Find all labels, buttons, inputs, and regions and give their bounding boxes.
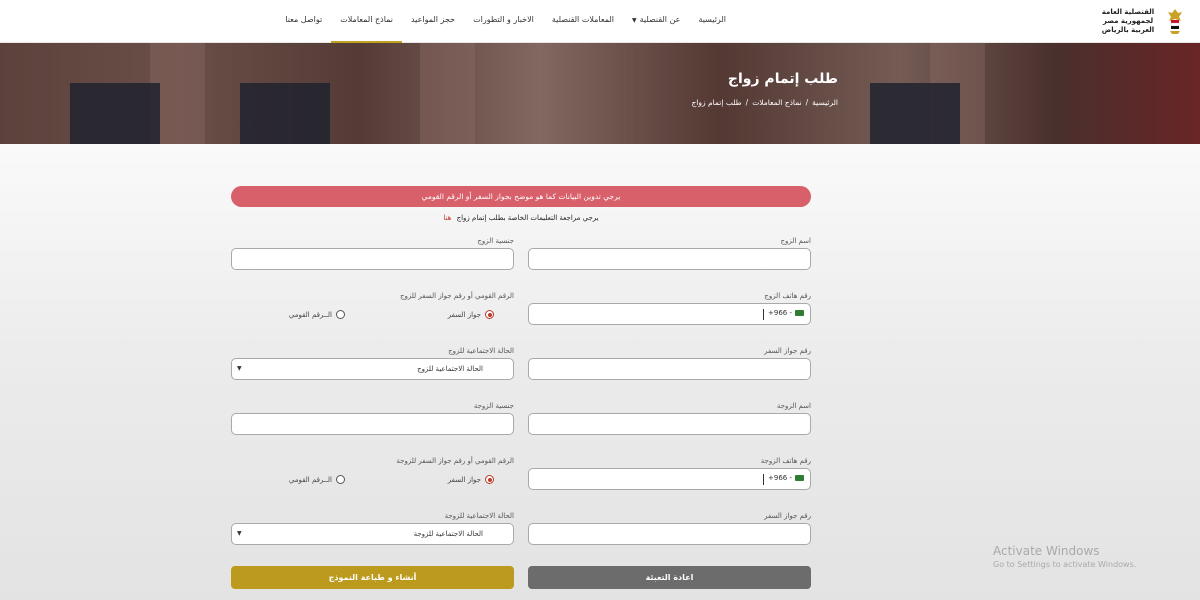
wife-nationality-label: جنسية الزوجة bbox=[473, 402, 514, 410]
breadcrumb-separator: / bbox=[745, 98, 749, 107]
radio-selected-icon[interactable] bbox=[485, 475, 494, 484]
husband-marital-label: الحالة الاجتماعية للزوج bbox=[448, 347, 514, 355]
wife-name-field[interactable] bbox=[528, 413, 811, 437]
caret-down-icon: ▼ bbox=[631, 17, 637, 24]
saudi-flag-icon bbox=[795, 475, 804, 481]
country-code[interactable]: +966 - bbox=[768, 474, 792, 482]
husband-marital-value: الحالة الاجتماعية للزوج bbox=[417, 365, 483, 373]
nav-appointments[interactable]: حجز المواعيد bbox=[402, 0, 464, 43]
husband-nationality-label: جنسية الزوج bbox=[477, 237, 514, 245]
egypt-eagle-icon bbox=[1168, 9, 1182, 34]
top-navbar: القنصلية العامة لجمهورية مصر العربية بال… bbox=[0, 0, 1200, 43]
wife-marital-value: الحالة الاجتماعية للزوجة bbox=[413, 530, 483, 538]
instructions-text: يرجي مراجعة التعليمات الخاصة بطلب إتمام … bbox=[231, 214, 811, 222]
saudi-flag-icon bbox=[795, 310, 804, 316]
wife-passport-field[interactable] bbox=[528, 523, 811, 547]
watermark-title: Activate Windows bbox=[993, 544, 1100, 558]
husband-passport-option[interactable]: جواز السفر bbox=[448, 310, 494, 319]
husband-phone-field[interactable]: +966 - bbox=[528, 303, 811, 325]
husband-passport-input[interactable] bbox=[529, 362, 810, 382]
wife-phone-field[interactable]: +966 - bbox=[528, 468, 811, 490]
wife-national-id-option[interactable]: الــرقم القومي bbox=[289, 475, 345, 484]
radio-unselected-icon[interactable] bbox=[336, 475, 345, 484]
wife-passport-input[interactable] bbox=[529, 527, 810, 547]
nav-about-label: عن القنصلية bbox=[639, 15, 681, 24]
hero-banner: طلب إتمام زواج الرئيسية / نماذج المعاملا… bbox=[0, 43, 1200, 144]
breadcrumb-current: طلب إتمام زواج bbox=[691, 98, 742, 107]
husband-national-id-option-label: الــرقم القومي bbox=[288, 310, 332, 319]
breadcrumb: الرئيسية / نماذج المعاملات / طلب إتمام ز… bbox=[691, 98, 838, 107]
husband-name-field[interactable] bbox=[528, 248, 811, 272]
caret-down-icon: ▼ bbox=[237, 530, 242, 537]
nav-home[interactable]: الرئيسية bbox=[689, 0, 735, 43]
wife-name-label: اسم الزوجة bbox=[776, 402, 811, 410]
husband-phone-label: رقم هاتف الزوج bbox=[764, 292, 811, 300]
text-cursor bbox=[763, 474, 764, 485]
text-cursor bbox=[763, 309, 764, 320]
husband-passport-field[interactable] bbox=[528, 358, 811, 382]
wife-marital-select[interactable]: الحالة الاجتماعية للزوجة ▼ bbox=[231, 523, 514, 545]
breadcrumb-home[interactable]: الرئيسية bbox=[812, 98, 838, 107]
husband-nationality-field[interactable] bbox=[231, 248, 514, 272]
wife-phone-label: رقم هاتف الزوجة bbox=[760, 457, 811, 465]
breadcrumb-forms[interactable]: نماذج المعاملات bbox=[752, 98, 801, 107]
nav-forms[interactable]: نماذج المعاملات bbox=[331, 0, 402, 43]
husband-national-id-option[interactable]: الــرقم القومي bbox=[289, 310, 345, 319]
nav-about[interactable]: عن القنصلية▼ bbox=[623, 0, 689, 43]
radio-selected-icon[interactable] bbox=[485, 310, 494, 319]
caret-down-icon: ▼ bbox=[237, 365, 242, 372]
radio-unselected-icon[interactable] bbox=[336, 310, 345, 319]
husband-id-type-label: الرقم القومي أو رقم جواز السفر للزوج bbox=[399, 292, 514, 300]
husband-nationality-input[interactable] bbox=[232, 252, 513, 272]
wife-id-type-label: الرقم القومي أو رقم جواز السفر للزوجة bbox=[396, 457, 514, 465]
wife-nationality-field[interactable] bbox=[231, 413, 514, 437]
wife-passport-label: رقم جواز السفر bbox=[764, 512, 811, 520]
create-print-button[interactable]: أنشاء و طباعة النموذج bbox=[231, 566, 514, 589]
nav-consular-services[interactable]: المعاملات القنصلية bbox=[543, 0, 623, 43]
country-code[interactable]: +966 - bbox=[768, 309, 792, 317]
instructions-link[interactable]: هنا bbox=[443, 214, 451, 222]
windows-activation-watermark: Activate Windows Go to Settings to activ… bbox=[993, 544, 1136, 569]
page-title: طلب إتمام زواج bbox=[727, 71, 838, 87]
watermark-subtitle: Go to Settings to activate Windows. bbox=[993, 560, 1137, 569]
husband-marital-select[interactable]: الحالة الاجتماعية للزوج ▼ bbox=[231, 358, 514, 380]
hero-overlay bbox=[0, 43, 1200, 144]
wife-marital-label: الحالة الاجتماعية للزوجة bbox=[444, 512, 514, 520]
logo-text: القنصلية العامة لجمهورية مصر العربية بال… bbox=[1101, 7, 1155, 34]
husband-name-input[interactable] bbox=[529, 252, 810, 272]
husband-name-label: اسم الزوج bbox=[780, 237, 811, 245]
wife-nationality-input[interactable] bbox=[232, 417, 513, 437]
consulate-logo[interactable]: القنصلية العامة لجمهورية مصر العربية بال… bbox=[1096, 4, 1184, 38]
husband-passport-label: رقم جواز السفر bbox=[764, 347, 811, 355]
reset-button[interactable]: اعادة التعبئة bbox=[528, 566, 811, 589]
nav-news[interactable]: الاخبار و التطورات bbox=[464, 0, 543, 43]
breadcrumb-separator: / bbox=[805, 98, 809, 107]
wife-national-id-option-label: الــرقم القومي bbox=[288, 475, 332, 484]
wife-passport-option-label: جواز السفر bbox=[447, 475, 481, 484]
nav-contact[interactable]: تواصل معنا bbox=[276, 0, 331, 43]
wife-name-input[interactable] bbox=[529, 417, 810, 437]
husband-passport-option-label: جواز السفر bbox=[447, 310, 481, 319]
main-nav: الرئيسية عن القنصلية▼ المعاملات القنصلية… bbox=[276, 0, 735, 43]
wife-passport-option[interactable]: جواز السفر bbox=[448, 475, 494, 484]
instructions-label: يرجي مراجعة التعليمات الخاصة بطلب إتمام … bbox=[456, 214, 599, 222]
info-alert: يرجي تدوين البيانات كما هو موضح بجواز ال… bbox=[231, 186, 811, 207]
